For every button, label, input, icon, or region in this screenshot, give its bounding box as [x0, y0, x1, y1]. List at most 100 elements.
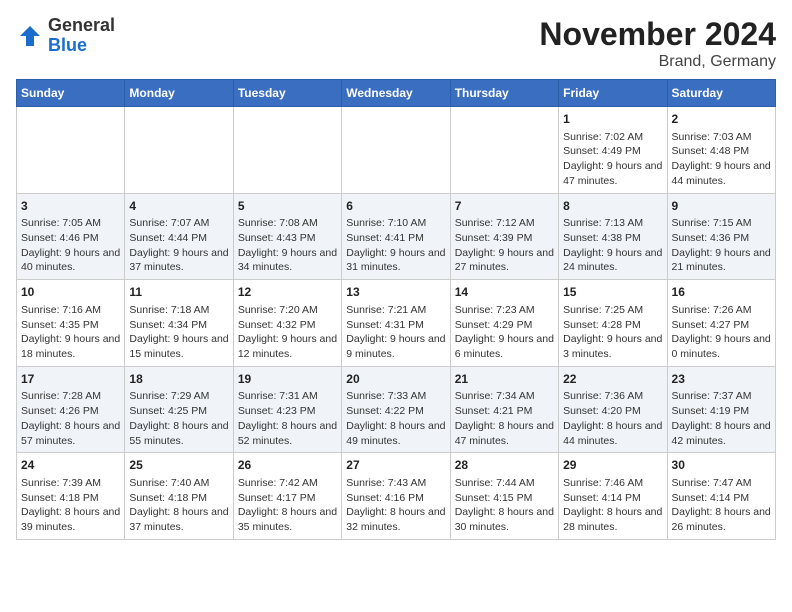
day-info: Sunrise: 7:18 AM Sunset: 4:34 PM Dayligh… — [129, 304, 228, 360]
day-cell: 19 Sunrise: 7:31 AM Sunset: 4:23 PM Dayli… — [233, 366, 341, 453]
day-info: Sunrise: 7:15 AM Sunset: 4:36 PM Dayligh… — [672, 217, 771, 273]
day-number: 2 — [672, 111, 771, 128]
day-info: Sunrise: 7:21 AM Sunset: 4:31 PM Dayligh… — [346, 304, 445, 360]
day-number: 4 — [129, 198, 228, 215]
day-cell: 28 Sunrise: 7:44 AM Sunset: 4:15 PM Dayli… — [450, 453, 558, 540]
day-cell: 14 Sunrise: 7:23 AM Sunset: 4:29 PM Dayli… — [450, 280, 558, 367]
day-cell — [233, 107, 341, 194]
day-number: 22 — [563, 371, 662, 388]
calendar-header: SundayMondayTuesdayWednesdayThursdayFrid… — [17, 80, 776, 107]
day-info: Sunrise: 7:02 AM Sunset: 4:49 PM Dayligh… — [563, 131, 662, 187]
day-number: 25 — [129, 457, 228, 474]
page-header: General Blue November 2024 Brand, German… — [16, 16, 776, 71]
day-number: 13 — [346, 284, 445, 301]
day-info: Sunrise: 7:47 AM Sunset: 4:14 PM Dayligh… — [672, 477, 771, 533]
day-number: 15 — [563, 284, 662, 301]
day-info: Sunrise: 7:07 AM Sunset: 4:44 PM Dayligh… — [129, 217, 228, 273]
day-info: Sunrise: 7:20 AM Sunset: 4:32 PM Dayligh… — [238, 304, 337, 360]
weekday-saturday: Saturday — [667, 80, 775, 107]
week-row-5: 24 Sunrise: 7:39 AM Sunset: 4:18 PM Dayli… — [17, 453, 776, 540]
calendar-table: SundayMondayTuesdayWednesdayThursdayFrid… — [16, 79, 776, 540]
day-number: 12 — [238, 284, 337, 301]
day-cell — [342, 107, 450, 194]
day-info: Sunrise: 7:40 AM Sunset: 4:18 PM Dayligh… — [129, 477, 228, 533]
logo-icon — [16, 22, 44, 50]
logo: General Blue — [16, 16, 115, 56]
day-number: 24 — [21, 457, 120, 474]
day-info: Sunrise: 7:23 AM Sunset: 4:29 PM Dayligh… — [455, 304, 554, 360]
day-info: Sunrise: 7:36 AM Sunset: 4:20 PM Dayligh… — [563, 390, 662, 446]
day-cell: 7Sunrise: 7:12 AM Sunset: 4:39 PM Daylig… — [450, 193, 558, 280]
day-info: Sunrise: 7:10 AM Sunset: 4:41 PM Dayligh… — [346, 217, 445, 273]
day-info: Sunrise: 7:13 AM Sunset: 4:38 PM Dayligh… — [563, 217, 662, 273]
week-row-4: 17Sunrise: 7:28 AM Sunset: 4:26 PM Dayli… — [17, 366, 776, 453]
day-info: Sunrise: 7:03 AM Sunset: 4:48 PM Dayligh… — [672, 131, 771, 187]
day-number: 9 — [672, 198, 771, 215]
day-info: Sunrise: 7:12 AM Sunset: 4:39 PM Dayligh… — [455, 217, 554, 273]
day-info: Sunrise: 7:33 AM Sunset: 4:22 PM Dayligh… — [346, 390, 445, 446]
day-number: 29 — [563, 457, 662, 474]
day-number: 23 — [672, 371, 771, 388]
weekday-header-row: SundayMondayTuesdayWednesdayThursdayFrid… — [17, 80, 776, 107]
day-cell: 29Sunrise: 7:46 AM Sunset: 4:14 PM Dayli… — [559, 453, 667, 540]
calendar-title: November 2024 — [539, 16, 776, 53]
day-info: Sunrise: 7:43 AM Sunset: 4:16 PM Dayligh… — [346, 477, 445, 533]
day-cell: 26Sunrise: 7:42 AM Sunset: 4:17 PM Dayli… — [233, 453, 341, 540]
day-number: 1 — [563, 111, 662, 128]
title-block: November 2024 Brand, Germany — [539, 16, 776, 71]
day-cell: 10 Sunrise: 7:16 AM Sunset: 4:35 PM Dayli… — [17, 280, 125, 367]
day-cell: 27 Sunrise: 7:43 AM Sunset: 4:16 PM Dayli… — [342, 453, 450, 540]
day-number: 6 — [346, 198, 445, 215]
calendar-subtitle: Brand, Germany — [539, 53, 776, 71]
day-number: 10 — [21, 284, 120, 301]
day-info: Sunrise: 7:42 AM Sunset: 4:17 PM Dayligh… — [238, 477, 337, 533]
day-cell: 17Sunrise: 7:28 AM Sunset: 4:26 PM Dayli… — [17, 366, 125, 453]
weekday-sunday: Sunday — [17, 80, 125, 107]
day-cell: 2 Sunrise: 7:03 AM Sunset: 4:48 PM Daylig… — [667, 107, 775, 194]
day-cell: 8 Sunrise: 7:13 AM Sunset: 4:38 PM Daylig… — [559, 193, 667, 280]
day-cell: 16Sunrise: 7:26 AM Sunset: 4:27 PM Dayli… — [667, 280, 775, 367]
week-row-2: 3 Sunrise: 7:05 AM Sunset: 4:46 PM Daylig… — [17, 193, 776, 280]
day-info: Sunrise: 7:31 AM Sunset: 4:23 PM Dayligh… — [238, 390, 337, 446]
logo-general: General — [48, 16, 115, 36]
day-cell: 4 Sunrise: 7:07 AM Sunset: 4:44 PM Daylig… — [125, 193, 233, 280]
day-cell: 18Sunrise: 7:29 AM Sunset: 4:25 PM Dayli… — [125, 366, 233, 453]
day-cell: 1 Sunrise: 7:02 AM Sunset: 4:49 PM Daylig… — [559, 107, 667, 194]
day-cell: 13 Sunrise: 7:21 AM Sunset: 4:31 PM Dayli… — [342, 280, 450, 367]
day-number: 3 — [21, 198, 120, 215]
day-info: Sunrise: 7:05 AM Sunset: 4:46 PM Dayligh… — [21, 217, 120, 273]
weekday-thursday: Thursday — [450, 80, 558, 107]
day-number: 8 — [563, 198, 662, 215]
day-number: 14 — [455, 284, 554, 301]
day-number: 17 — [21, 371, 120, 388]
day-info: Sunrise: 7:26 AM Sunset: 4:27 PM Dayligh… — [672, 304, 771, 360]
day-number: 30 — [672, 457, 771, 474]
day-cell: 5Sunrise: 7:08 AM Sunset: 4:43 PM Daylig… — [233, 193, 341, 280]
day-cell: 30 Sunrise: 7:47 AM Sunset: 4:14 PM Dayli… — [667, 453, 775, 540]
logo-text: General Blue — [48, 16, 115, 56]
day-cell: 21Sunrise: 7:34 AM Sunset: 4:21 PM Dayli… — [450, 366, 558, 453]
day-cell — [17, 107, 125, 194]
day-info: Sunrise: 7:25 AM Sunset: 4:28 PM Dayligh… — [563, 304, 662, 360]
day-cell — [450, 107, 558, 194]
week-row-3: 10 Sunrise: 7:16 AM Sunset: 4:35 PM Dayli… — [17, 280, 776, 367]
day-info: Sunrise: 7:39 AM Sunset: 4:18 PM Dayligh… — [21, 477, 120, 533]
day-cell: 22 Sunrise: 7:36 AM Sunset: 4:20 PM Dayli… — [559, 366, 667, 453]
day-number: 11 — [129, 284, 228, 301]
day-number: 20 — [346, 371, 445, 388]
logo-blue: Blue — [48, 36, 115, 56]
day-info: Sunrise: 7:08 AM Sunset: 4:43 PM Dayligh… — [238, 217, 337, 273]
weekday-monday: Monday — [125, 80, 233, 107]
day-cell: 3 Sunrise: 7:05 AM Sunset: 4:46 PM Daylig… — [17, 193, 125, 280]
day-info: Sunrise: 7:16 AM Sunset: 4:35 PM Dayligh… — [21, 304, 120, 360]
day-info: Sunrise: 7:44 AM Sunset: 4:15 PM Dayligh… — [455, 477, 554, 533]
day-number: 27 — [346, 457, 445, 474]
calendar-body: 1 Sunrise: 7:02 AM Sunset: 4:49 PM Daylig… — [17, 107, 776, 540]
day-number: 18 — [129, 371, 228, 388]
day-cell: 23Sunrise: 7:37 AM Sunset: 4:19 PM Dayli… — [667, 366, 775, 453]
day-cell: 24 Sunrise: 7:39 AM Sunset: 4:18 PM Dayli… — [17, 453, 125, 540]
day-number: 19 — [238, 371, 337, 388]
day-number: 28 — [455, 457, 554, 474]
day-cell: 25 Sunrise: 7:40 AM Sunset: 4:18 PM Dayli… — [125, 453, 233, 540]
day-number: 21 — [455, 371, 554, 388]
